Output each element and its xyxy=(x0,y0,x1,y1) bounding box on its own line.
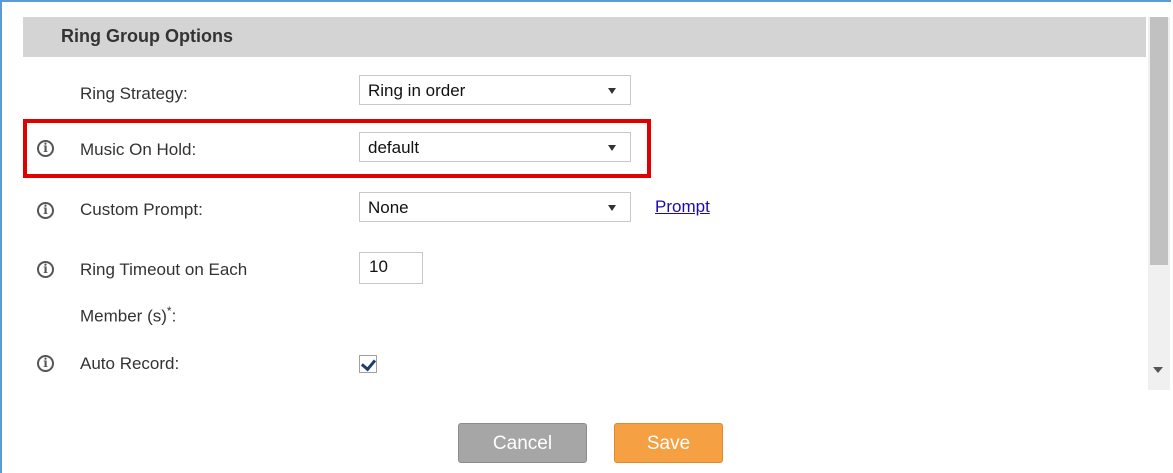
label-colon: : xyxy=(171,306,177,326)
ring-timeout-input[interactable]: 10 xyxy=(359,252,423,284)
scrollbar[interactable] xyxy=(1148,17,1170,390)
cancel-button[interactable]: Cancel xyxy=(458,423,587,463)
scroll-down-icon[interactable] xyxy=(1153,367,1163,373)
custom-prompt-select[interactable]: None xyxy=(359,192,631,222)
info-icon[interactable]: i xyxy=(37,355,54,372)
ring-strategy-label: Ring Strategy: xyxy=(80,84,188,103)
custom-prompt-value: None xyxy=(368,198,409,217)
music-on-hold-select[interactable]: default xyxy=(359,132,631,162)
auto-record-label: Auto Record: xyxy=(80,354,180,373)
custom-prompt-label: Custom Prompt: xyxy=(80,200,203,219)
ring-strategy-value: Ring in order xyxy=(368,81,466,100)
auto-record-checkbox[interactable] xyxy=(359,355,377,373)
ring-timeout-label-text: Member (s) xyxy=(80,306,167,326)
info-icon[interactable]: i xyxy=(37,202,54,219)
save-button[interactable]: Save xyxy=(614,423,723,463)
ring-timeout-label-line1: Ring Timeout on Each xyxy=(80,260,248,279)
music-on-hold-label: Music On Hold: xyxy=(80,140,197,159)
dialog-frame xyxy=(0,0,1171,473)
chevron-down-icon xyxy=(608,205,616,211)
ring-timeout-label-line2: Member (s)*: xyxy=(80,301,176,327)
chevron-down-icon xyxy=(608,88,616,94)
ring-strategy-select[interactable]: Ring in order xyxy=(359,75,631,105)
section-title: Ring Group Options xyxy=(61,26,233,46)
section-header: Ring Group Options xyxy=(23,17,1146,57)
music-on-hold-value: default xyxy=(368,138,420,157)
info-icon[interactable]: i xyxy=(37,140,54,157)
scrollbar-thumb[interactable] xyxy=(1150,17,1168,265)
chevron-down-icon xyxy=(608,145,616,151)
checkmark-icon xyxy=(360,355,377,372)
info-icon[interactable]: i xyxy=(37,261,54,278)
prompt-link[interactable]: Prompt xyxy=(655,197,710,217)
